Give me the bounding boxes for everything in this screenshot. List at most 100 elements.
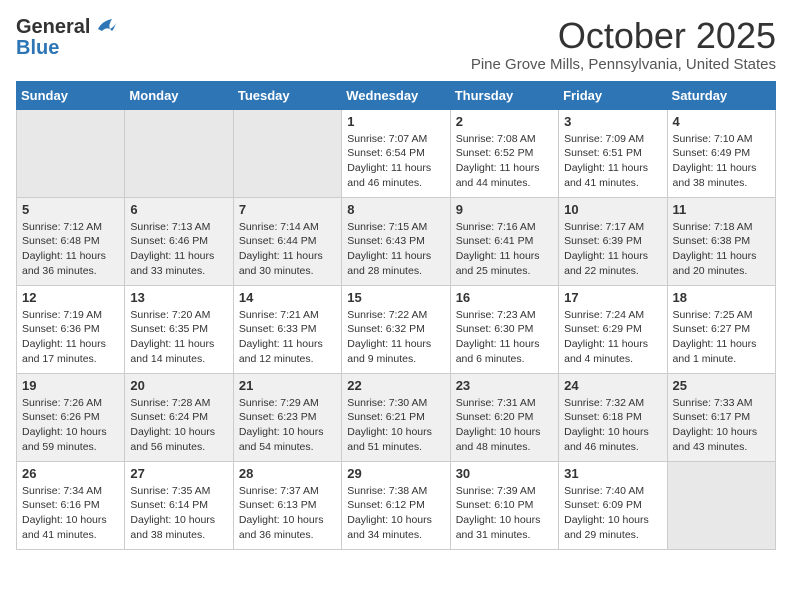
calendar-cell: 24 Sunrise: 7:32 AM Sunset: 6:18 PM Dayli… bbox=[559, 373, 667, 461]
calendar-cell: 25 Sunrise: 7:33 AM Sunset: 6:17 PM Dayli… bbox=[667, 373, 775, 461]
month-title: October 2025 bbox=[471, 16, 776, 56]
calendar-cell: 21Sunrise: 7:29 AM Sunset: 6:23 PM Dayli… bbox=[233, 373, 341, 461]
day-number: 20 bbox=[130, 378, 227, 393]
calendar-cell: 27 Sunrise: 7:35 AM Sunset: 6:14 PM Dayli… bbox=[125, 461, 233, 549]
calendar-cell: 18 Sunrise: 7:25 AM Sunset: 6:27 PM Dayli… bbox=[667, 285, 775, 373]
day-number: 11 bbox=[673, 202, 770, 217]
day-number: 7 bbox=[239, 202, 336, 217]
day-number: 8 bbox=[347, 202, 444, 217]
day-number: 3 bbox=[564, 114, 661, 129]
calendar-cell bbox=[233, 109, 341, 197]
calendar-cell: 19 Sunrise: 7:26 AM Sunset: 6:26 PM Dayli… bbox=[17, 373, 125, 461]
day-number: 1 bbox=[347, 114, 444, 129]
calendar-cell: 3 Sunrise: 7:09 AM Sunset: 6:51 PM Daylig… bbox=[559, 109, 667, 197]
day-number: 30 bbox=[456, 466, 553, 481]
day-info: Sunrise: 7:39 AM Sunset: 6:10 PM Dayligh… bbox=[456, 484, 553, 543]
day-info: Sunrise: 7:33 AM Sunset: 6:17 PM Dayligh… bbox=[673, 396, 770, 455]
calendar-cell: 2Sunrise: 7:08 AM Sunset: 6:52 PM Daylig… bbox=[450, 109, 558, 197]
header-tuesday: Tuesday bbox=[233, 81, 341, 109]
day-info: Sunrise: 7:08 AM Sunset: 6:52 PM Dayligh… bbox=[456, 132, 553, 191]
day-number: 16 bbox=[456, 290, 553, 305]
calendar-header-row: SundayMondayTuesdayWednesdayThursdayFrid… bbox=[17, 81, 776, 109]
header-friday: Friday bbox=[559, 81, 667, 109]
calendar-cell: 8 Sunrise: 7:15 AM Sunset: 6:43 PM Daylig… bbox=[342, 197, 450, 285]
calendar-cell bbox=[125, 109, 233, 197]
logo-blue: Blue bbox=[16, 37, 59, 60]
calendar-cell: 26 Sunrise: 7:34 AM Sunset: 6:16 PM Dayli… bbox=[17, 461, 125, 549]
day-info: Sunrise: 7:12 AM Sunset: 6:48 PM Dayligh… bbox=[22, 220, 119, 279]
day-number: 21 bbox=[239, 378, 336, 393]
calendar-cell: 1 Sunrise: 7:07 AM Sunset: 6:54 PM Daylig… bbox=[342, 109, 450, 197]
day-info: Sunrise: 7:40 AM Sunset: 6:09 PM Dayligh… bbox=[564, 484, 661, 543]
day-number: 18 bbox=[673, 290, 770, 305]
day-number: 4 bbox=[673, 114, 770, 129]
calendar-cell bbox=[17, 109, 125, 197]
day-info: Sunrise: 7:31 AM Sunset: 6:20 PM Dayligh… bbox=[456, 396, 553, 455]
calendar-cell: 13 Sunrise: 7:20 AM Sunset: 6:35 PM Dayli… bbox=[125, 285, 233, 373]
day-info: Sunrise: 7:16 AM Sunset: 6:41 PM Dayligh… bbox=[456, 220, 553, 279]
calendar-cell: 30 Sunrise: 7:39 AM Sunset: 6:10 PM Dayli… bbox=[450, 461, 558, 549]
logo-bird-icon bbox=[94, 19, 116, 37]
day-info: Sunrise: 7:18 AM Sunset: 6:38 PM Dayligh… bbox=[673, 220, 770, 279]
day-info: Sunrise: 7:34 AM Sunset: 6:16 PM Dayligh… bbox=[22, 484, 119, 543]
day-info: Sunrise: 7:38 AM Sunset: 6:12 PM Dayligh… bbox=[347, 484, 444, 543]
day-info: Sunrise: 7:35 AM Sunset: 6:14 PM Dayligh… bbox=[130, 484, 227, 543]
day-number: 27 bbox=[130, 466, 227, 481]
calendar-cell: 31 Sunrise: 7:40 AM Sunset: 6:09 PM Dayli… bbox=[559, 461, 667, 549]
calendar-week-row: 26 Sunrise: 7:34 AM Sunset: 6:16 PM Dayli… bbox=[17, 461, 776, 549]
day-number: 22 bbox=[347, 378, 444, 393]
day-number: 31 bbox=[564, 466, 661, 481]
calendar-cell: 7 Sunrise: 7:14 AM Sunset: 6:44 PM Daylig… bbox=[233, 197, 341, 285]
calendar-cell: 17 Sunrise: 7:24 AM Sunset: 6:29 PM Dayli… bbox=[559, 285, 667, 373]
calendar-cell: 9 Sunrise: 7:16 AM Sunset: 6:41 PM Daylig… bbox=[450, 197, 558, 285]
day-number: 17 bbox=[564, 290, 661, 305]
day-info: Sunrise: 7:15 AM Sunset: 6:43 PM Dayligh… bbox=[347, 220, 444, 279]
calendar-cell: 16 Sunrise: 7:23 AM Sunset: 6:30 PM Dayli… bbox=[450, 285, 558, 373]
calendar-cell bbox=[667, 461, 775, 549]
calendar-week-row: 1 Sunrise: 7:07 AM Sunset: 6:54 PM Daylig… bbox=[17, 109, 776, 197]
day-info: Sunrise: 7:20 AM Sunset: 6:35 PM Dayligh… bbox=[130, 308, 227, 367]
day-number: 23 bbox=[456, 378, 553, 393]
day-info: Sunrise: 7:25 AM Sunset: 6:27 PM Dayligh… bbox=[673, 308, 770, 367]
day-number: 5 bbox=[22, 202, 119, 217]
header-thursday: Thursday bbox=[450, 81, 558, 109]
calendar-cell: 11 Sunrise: 7:18 AM Sunset: 6:38 PM Dayli… bbox=[667, 197, 775, 285]
calendar-cell: 14Sunrise: 7:21 AM Sunset: 6:33 PM Dayli… bbox=[233, 285, 341, 373]
day-number: 6 bbox=[130, 202, 227, 217]
day-info: Sunrise: 7:30 AM Sunset: 6:21 PM Dayligh… bbox=[347, 396, 444, 455]
day-number: 28 bbox=[239, 466, 336, 481]
day-number: 13 bbox=[130, 290, 227, 305]
day-number: 25 bbox=[673, 378, 770, 393]
day-info: Sunrise: 7:21 AM Sunset: 6:33 PM Dayligh… bbox=[239, 308, 336, 367]
day-info: Sunrise: 7:37 AM Sunset: 6:13 PM Dayligh… bbox=[239, 484, 336, 543]
calendar-cell: 28 Sunrise: 7:37 AM Sunset: 6:13 PM Dayli… bbox=[233, 461, 341, 549]
header-wednesday: Wednesday bbox=[342, 81, 450, 109]
calendar-cell: 22 Sunrise: 7:30 AM Sunset: 6:21 PM Dayli… bbox=[342, 373, 450, 461]
calendar-cell: 4 Sunrise: 7:10 AM Sunset: 6:49 PM Daylig… bbox=[667, 109, 775, 197]
day-info: Sunrise: 7:10 AM Sunset: 6:49 PM Dayligh… bbox=[673, 132, 770, 191]
day-info: Sunrise: 7:32 AM Sunset: 6:18 PM Dayligh… bbox=[564, 396, 661, 455]
day-info: Sunrise: 7:14 AM Sunset: 6:44 PM Dayligh… bbox=[239, 220, 336, 279]
page-header: General Blue October 2025 Pine Grove Mil… bbox=[16, 16, 776, 73]
day-info: Sunrise: 7:09 AM Sunset: 6:51 PM Dayligh… bbox=[564, 132, 661, 191]
day-info: Sunrise: 7:26 AM Sunset: 6:26 PM Dayligh… bbox=[22, 396, 119, 455]
day-info: Sunrise: 7:07 AM Sunset: 6:54 PM Dayligh… bbox=[347, 132, 444, 191]
location: Pine Grove Mills, Pennsylvania, United S… bbox=[471, 56, 776, 73]
day-number: 15 bbox=[347, 290, 444, 305]
calendar-week-row: 19 Sunrise: 7:26 AM Sunset: 6:26 PM Dayli… bbox=[17, 373, 776, 461]
day-number: 26 bbox=[22, 466, 119, 481]
day-info: Sunrise: 7:22 AM Sunset: 6:32 PM Dayligh… bbox=[347, 308, 444, 367]
day-info: Sunrise: 7:24 AM Sunset: 6:29 PM Dayligh… bbox=[564, 308, 661, 367]
day-number: 10 bbox=[564, 202, 661, 217]
day-info: Sunrise: 7:28 AM Sunset: 6:24 PM Dayligh… bbox=[130, 396, 227, 455]
calendar-cell: 6Sunrise: 7:13 AM Sunset: 6:46 PM Daylig… bbox=[125, 197, 233, 285]
calendar-cell: 20 Sunrise: 7:28 AM Sunset: 6:24 PM Dayli… bbox=[125, 373, 233, 461]
day-number: 19 bbox=[22, 378, 119, 393]
day-info: Sunrise: 7:23 AM Sunset: 6:30 PM Dayligh… bbox=[456, 308, 553, 367]
calendar-cell: 5 Sunrise: 7:12 AM Sunset: 6:48 PM Daylig… bbox=[17, 197, 125, 285]
calendar-week-row: 12Sunrise: 7:19 AM Sunset: 6:36 PM Dayli… bbox=[17, 285, 776, 373]
day-number: 24 bbox=[564, 378, 661, 393]
day-number: 9 bbox=[456, 202, 553, 217]
calendar-cell: 10Sunrise: 7:17 AM Sunset: 6:39 PM Dayli… bbox=[559, 197, 667, 285]
calendar-cell: 15 Sunrise: 7:22 AM Sunset: 6:32 PM Dayli… bbox=[342, 285, 450, 373]
